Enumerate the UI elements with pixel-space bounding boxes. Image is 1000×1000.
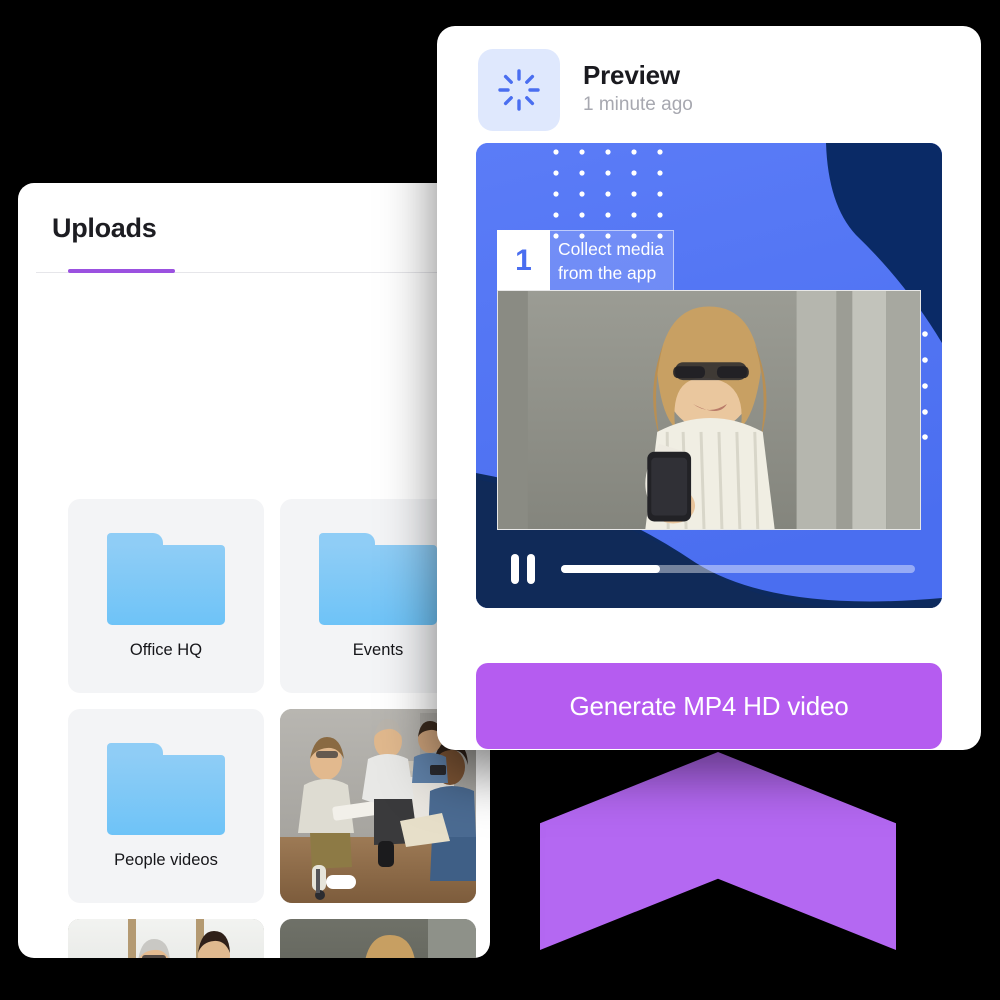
folder-icon — [319, 532, 437, 625]
preview-title-group: Preview 1 minute ago — [583, 60, 693, 120]
pause-icon[interactable] — [511, 554, 535, 584]
folder-card-office-hq[interactable]: Office HQ — [68, 499, 264, 693]
grid-row — [68, 919, 490, 958]
generate-video-button[interactable]: Generate MP4 HD video — [476, 663, 942, 749]
folder-label: People videos — [114, 850, 218, 869]
preview-card: Preview 1 minute ago 1 Collect media fro… — [437, 26, 981, 750]
tab-active-indicator — [68, 269, 175, 273]
photo-thumbnail-woman-phone[interactable] — [280, 919, 476, 958]
preview-header: Preview 1 minute ago — [437, 26, 981, 131]
video-frame-image — [498, 291, 920, 529]
step-number-badge: 1 — [497, 230, 550, 292]
grid-row: Office HQ Events — [68, 499, 490, 693]
video-preview[interactable]: 1 Collect media from the app — [476, 143, 942, 608]
screenshot-stage: Uploads Office HQ Events People videos P… — [0, 0, 1000, 1000]
preview-timestamp: 1 minute ago — [583, 94, 693, 115]
preview-title: Preview — [583, 60, 680, 90]
step-caption: Collect media from the app — [550, 230, 674, 292]
progress-bar[interactable] — [561, 565, 915, 573]
video-frame-photo — [497, 290, 921, 530]
video-controls — [476, 530, 942, 608]
folder-card-people-videos[interactable]: People videos — [68, 709, 264, 903]
folder-label: Events — [352, 640, 404, 659]
photo-thumbnail-laptop-team[interactable] — [68, 919, 264, 958]
folder-label: Office HQ — [129, 640, 203, 659]
photo-thumbnail-image — [68, 919, 264, 958]
uploads-grid: Office HQ Events People videos — [68, 499, 490, 958]
folder-icon — [107, 742, 225, 835]
grid-row: People videos — [68, 709, 490, 903]
uploads-header: Uploads — [18, 183, 490, 275]
uploads-panel: Uploads Office HQ Events People videos — [18, 183, 490, 958]
folder-icon — [107, 532, 225, 625]
progress-bar-fill — [561, 565, 661, 573]
photo-thumbnail-image — [280, 919, 476, 958]
page-title: Uploads — [52, 213, 157, 243]
loading-spinner-icon — [478, 49, 560, 131]
chevron-up-shape — [540, 752, 896, 950]
